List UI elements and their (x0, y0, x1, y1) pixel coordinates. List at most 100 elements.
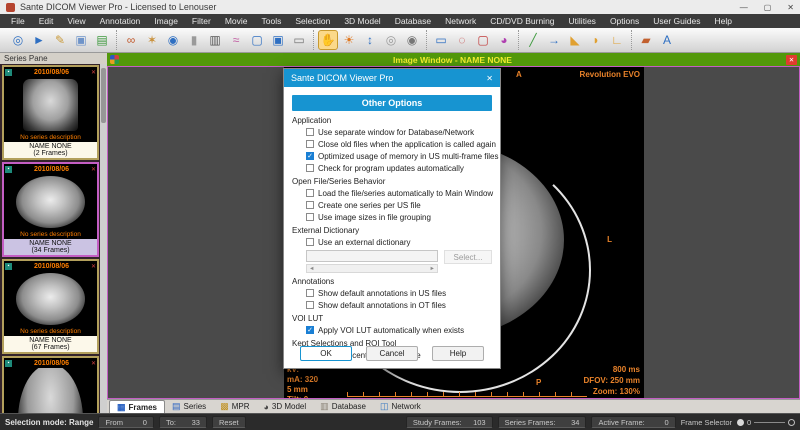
menu-item[interactable]: 3D Model (337, 14, 387, 28)
checkbox[interactable] (306, 301, 314, 309)
checkbox[interactable] (306, 238, 314, 246)
view-tab[interactable]: ▦ Frames (109, 400, 165, 413)
menu-item[interactable]: Database (388, 14, 438, 28)
fullscreen-icon[interactable]: ▢ (247, 30, 267, 50)
color-wheel-icon[interactable]: ◕ (494, 30, 514, 50)
dialog-checkbox-row[interactable]: Use an external dictionary (306, 237, 500, 247)
arrow-annotation-icon[interactable]: → (544, 30, 564, 50)
series-thumbnail-2-selected[interactable]: ▪ 2010/08/06 ✕ No series description NAM… (2, 162, 99, 257)
angle-icon[interactable]: ∟ (607, 30, 627, 50)
scroll-right-icon[interactable]: ► (430, 266, 435, 272)
folder-icon[interactable]: ▤ (92, 30, 112, 50)
dialog-close-icon[interactable]: ✕ (486, 74, 493, 83)
slider-end-knob[interactable] (788, 419, 795, 426)
checkbox[interactable] (306, 128, 314, 136)
checkbox[interactable] (306, 201, 314, 209)
slider-track[interactable] (754, 422, 785, 423)
edit-notes-icon[interactable]: ✎ (50, 30, 70, 50)
rect-select-icon[interactable]: ▭ (431, 30, 451, 50)
dictionary-path-scrollbar[interactable]: ◄ ► (306, 264, 438, 273)
menu-item[interactable]: Utilities (562, 14, 603, 28)
scroll-left-icon[interactable]: ◄ (309, 266, 314, 272)
close-series-icon[interactable]: ✕ (91, 360, 96, 367)
maximize-icon[interactable]: ▢ (764, 3, 772, 12)
palette-curves-icon[interactable]: ≈ (226, 30, 246, 50)
checkbox[interactable] (306, 213, 314, 221)
help-button[interactable]: Help (432, 346, 484, 361)
menu-item[interactable]: Options (603, 14, 646, 28)
minimize-icon[interactable]: — (740, 3, 748, 12)
ok-button[interactable]: OK (300, 346, 352, 361)
tools-icon[interactable]: ✶ (142, 30, 162, 50)
view-tab[interactable]: ◫ Network (373, 400, 428, 413)
series-thumbnail-1[interactable]: ▪ 2010/08/06 ✕ No series description NAM… (2, 65, 99, 160)
lock-icon[interactable]: ▮ (184, 30, 204, 50)
from-value[interactable]: 0 (133, 418, 147, 426)
triangle-ruler-icon[interactable]: ◣ (565, 30, 585, 50)
dialog-checkbox-row[interactable]: Apply VOI LUT automatically when exists (306, 325, 500, 335)
rect-roi-icon[interactable]: ▢ (473, 30, 493, 50)
layout-grid-icon[interactable] (110, 55, 119, 64)
menu-item[interactable]: Annotation (93, 14, 148, 28)
dialog-checkbox-row[interactable]: Show default annotations in OT files (306, 300, 500, 310)
eraser-icon[interactable]: ▰ (636, 30, 656, 50)
menu-item[interactable]: View (60, 14, 92, 28)
series-thumbnail-3[interactable]: ▪ 2010/08/06 ✕ No series description NAM… (2, 259, 99, 354)
menu-item[interactable]: CD/DVD Burning (483, 14, 561, 28)
to-value[interactable]: 33 (186, 418, 200, 426)
checkbox[interactable] (306, 152, 314, 160)
search-icon[interactable]: ◎ (8, 30, 28, 50)
dictionary-path-field[interactable] (306, 250, 438, 262)
close-series-icon[interactable]: ✕ (91, 166, 96, 173)
menu-item[interactable]: Filter (185, 14, 218, 28)
dialog-checkbox-row[interactable]: Close old files when the application is … (306, 139, 500, 149)
dialog-checkbox-row[interactable]: Use image sizes in file grouping (306, 212, 500, 222)
checkbox[interactable] (306, 140, 314, 148)
link-icon[interactable]: ∞ (121, 30, 141, 50)
dialog-checkbox-row[interactable]: Use separate window for Database/Network (306, 127, 500, 137)
series-thumbnail-4-partial[interactable]: ▪ 2010/08/06 ✕ (2, 356, 99, 413)
view-tab[interactable]: ▥ Database (313, 400, 373, 413)
dialog-checkbox-row[interactable]: Show default annotations in US files (306, 288, 500, 298)
export-images-icon[interactable]: ▣ (71, 30, 91, 50)
close-image-window-icon[interactable]: ✕ (786, 55, 797, 65)
slider-knob[interactable] (737, 419, 744, 426)
monitor-icon[interactable]: ▭ (289, 30, 309, 50)
close-series-icon[interactable]: ✕ (91, 263, 96, 270)
to-field[interactable]: To: 33 (159, 416, 207, 428)
checkbox[interactable] (306, 189, 314, 197)
menu-item[interactable]: Network (438, 14, 483, 28)
close-series-icon[interactable]: ✕ (91, 69, 96, 76)
series-pane-scrollbar[interactable] (100, 64, 107, 413)
menu-item[interactable]: File (4, 14, 32, 28)
ellipse-roi-icon[interactable]: ◌ (452, 30, 472, 50)
text-annotation-icon[interactable]: A (657, 30, 677, 50)
dialog-checkbox-row[interactable]: Create one series per US file (306, 200, 500, 210)
menu-item[interactable]: Movie (218, 14, 255, 28)
select-dictionary-button[interactable]: Select... (444, 250, 492, 264)
dialog-checkbox-row[interactable]: Check for program updates automatically (306, 163, 500, 173)
protractor-icon[interactable]: ◗ (586, 30, 606, 50)
menu-item[interactable]: Edit (32, 14, 61, 28)
checkbox[interactable] (306, 289, 314, 297)
menu-item[interactable]: Help (707, 14, 738, 28)
menu-item[interactable]: User Guides (646, 14, 707, 28)
checkbox[interactable] (306, 326, 314, 334)
menu-item[interactable]: Tools (255, 14, 289, 28)
histogram-icon[interactable]: ▥ (205, 30, 225, 50)
frame-selector-slider[interactable]: 0 (737, 418, 795, 427)
menu-item[interactable]: Selection (288, 14, 337, 28)
fit-screen-icon[interactable]: ▣ (268, 30, 288, 50)
dialog-checkbox-row[interactable]: Optimized usage of memory in US multi-fr… (306, 151, 500, 161)
menu-item[interactable]: Image (147, 14, 185, 28)
reset-button[interactable]: Reset (212, 416, 246, 428)
dialog-checkbox-row[interactable]: Load the file/series automatically to Ma… (306, 188, 500, 198)
other-options-banner[interactable]: Other Options (292, 95, 492, 111)
eye-icon[interactable]: ◉ (163, 30, 183, 50)
view-tab[interactable]: ▩ MPR (213, 400, 256, 413)
view-tab[interactable]: ▤ Series (165, 400, 213, 413)
line-measure-icon[interactable]: ╱ (523, 30, 543, 50)
cancel-button[interactable]: Cancel (366, 346, 418, 361)
open-file-icon[interactable]: ► (29, 30, 49, 50)
close-icon[interactable]: ✕ (787, 3, 794, 12)
